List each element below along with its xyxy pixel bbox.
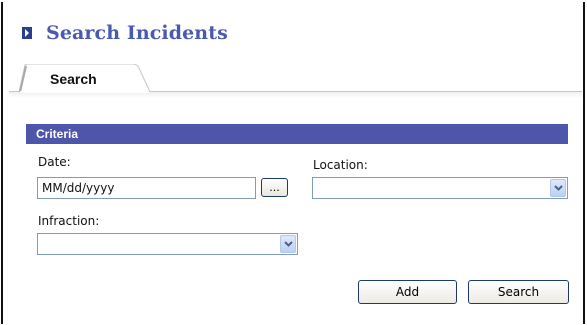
tab-bar: Search [9,56,582,98]
location-label: Location: [313,158,368,172]
chevron-down-icon[interactable] [550,179,566,197]
date-label: Date: [38,155,71,169]
infraction-select[interactable] [37,233,298,255]
date-input[interactable]: MM/dd/yyyy [37,177,256,199]
criteria-header: Criteria [26,124,568,144]
tab-search[interactable]: Search [19,64,151,93]
location-select[interactable] [312,177,568,199]
tab-search-label: Search [50,71,97,87]
page-title: Search Incidents [46,22,228,44]
infraction-label: Infraction: [38,214,100,228]
date-picker-button[interactable]: ... [261,178,288,197]
chevron-down-icon[interactable] [280,235,296,253]
window-frame [1,2,585,324]
search-button[interactable]: Search [468,280,569,304]
add-button[interactable]: Add [358,280,457,304]
chevron-right-icon [22,27,32,39]
page-header: Search Incidents [22,22,228,44]
